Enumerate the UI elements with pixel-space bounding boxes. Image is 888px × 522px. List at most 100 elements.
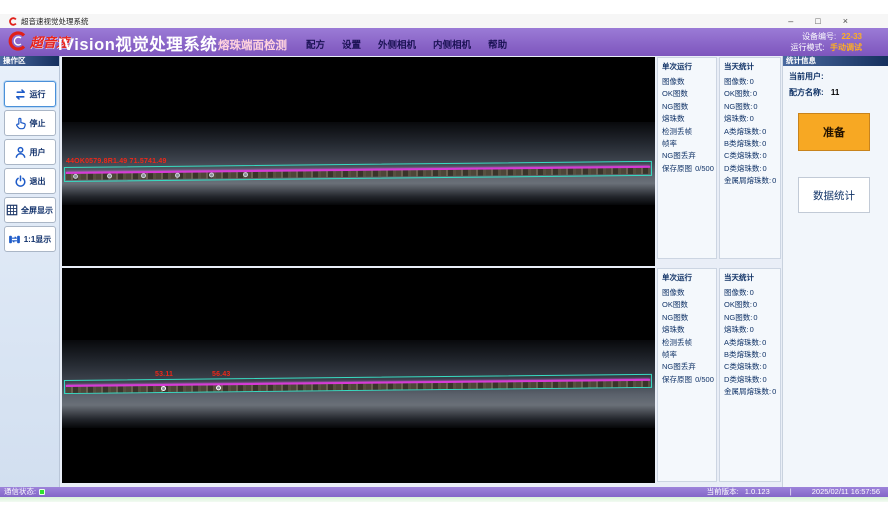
stop-button-label: 停止 — [30, 118, 46, 129]
fullscreen-button-label: 全屏显示 — [21, 205, 53, 216]
daily-stats-panel-top: 当天统计 图像数:0 OK图数:0 NG图数:0 熔珠数:0 A类熔珠数:0 B… — [719, 57, 781, 259]
run-mode-label: 运行模式: — [791, 43, 825, 52]
exit-button[interactable]: 退出 — [4, 168, 56, 194]
menu-outer-camera[interactable]: 外侧相机 — [378, 37, 416, 51]
prepare-button[interactable]: 准备 — [798, 113, 870, 151]
stat-row: OK图数:0 — [724, 299, 780, 311]
brand-swirl-icon — [6, 30, 28, 52]
stat-row: NG图丢弃 — [662, 361, 716, 373]
run-mode-value: 手动调试 — [830, 43, 862, 52]
user-button[interactable]: 用户 — [4, 139, 56, 165]
device-number-value: 22-33 — [842, 32, 862, 41]
stat-row: D类熔珠数:0 — [724, 374, 780, 386]
stat-row: 帧率 — [662, 349, 716, 361]
sync-arrows-icon — [14, 88, 27, 101]
stat-row: 熔珠数:0 — [724, 324, 780, 336]
fullscreen-grid-icon — [6, 204, 18, 216]
stat-row: 图像数 — [662, 76, 716, 88]
stat-rows: 图像数 OK图数 NG图数 熔珠数 检测丢帧 帧率 NG图丢弃 保存原图 0/5… — [658, 72, 716, 175]
close-button[interactable]: × — [843, 14, 848, 28]
panel-title: 当天统计 — [720, 269, 780, 283]
stat-row: NG图丢弃 — [662, 150, 716, 162]
stat-row: 熔珠数 — [662, 113, 716, 125]
bead-feature-ring — [73, 174, 78, 179]
comm-status-indicator — [39, 489, 45, 495]
bead-feature-ring — [243, 172, 248, 177]
menu-settings[interactable]: 设置 — [342, 37, 361, 51]
stop-button[interactable]: 停止 — [4, 110, 56, 136]
stat-row: 保存原图 0/500 — [662, 163, 716, 175]
datetime-value: 2025/02/11 16:57:56 — [812, 487, 880, 497]
stat-row: 图像数 — [662, 287, 716, 299]
main-menu: 配方 设置 外侧相机 内侧相机 帮助 — [306, 37, 507, 51]
measurement-label: 53.11 — [155, 371, 173, 378]
comm-status-label: 通信状态: — [4, 487, 36, 497]
hand-stop-icon — [14, 117, 27, 130]
panel-title: 单次运行 — [658, 269, 716, 283]
bead-feature-ring — [107, 173, 112, 178]
bead-feature-ring — [216, 385, 221, 390]
single-run-panel-top: 单次运行 图像数 OK图数 NG图数 熔珠数 检测丢帧 帧率 NG图丢弃 保存原… — [657, 57, 717, 259]
panel-title: 当天统计 — [720, 58, 780, 72]
camera-view-inner[interactable]: 53.11 56.43 — [62, 268, 655, 483]
status-bar: 通信状态: 当前版本: 1.0.123 | 2025/02/11 16:57:5… — [0, 487, 888, 497]
measurement-annotation: 44OK0579.8R1.49 71.5741.49 — [66, 158, 167, 165]
version-label: 当前版本: — [707, 487, 739, 497]
stat-row: 熔珠数:0 — [724, 113, 780, 125]
sidebar-title: 操作区 — [0, 56, 59, 66]
bead-feature-ring — [209, 172, 214, 177]
app-header: 超音速 IVision视觉处理系统 熔珠端面检测 配方 设置 外侧相机 内侧相机… — [0, 28, 888, 56]
restore-button[interactable]: □ — [815, 14, 820, 28]
one-to-one-button[interactable]: 1:1显示 — [4, 226, 56, 252]
stat-row: 图像数:0 — [724, 287, 780, 299]
run-button-label: 运行 — [30, 89, 46, 100]
stat-row: 检测丢帧 — [662, 126, 716, 138]
titlebar: 超音速视觉处理系统 – □ × — [0, 14, 888, 28]
exit-button-label: 退出 — [30, 176, 46, 187]
stat-row: OK图数 — [662, 88, 716, 100]
run-mode-row: 运行模式: 手动调试 — [791, 42, 862, 53]
stat-row: 保存原图 0/500 — [662, 374, 716, 386]
bead-feature-ring — [161, 386, 166, 391]
minimize-button[interactable]: – — [788, 14, 793, 28]
device-number-label: 设备编号: — [802, 32, 836, 41]
stat-row: 检测丢帧 — [662, 337, 716, 349]
fullscreen-button[interactable]: 全屏显示 — [4, 197, 56, 223]
statistics-info-panel: 统计信息 当前用户: 配方名称: 11 准备 数据统计 — [782, 56, 888, 487]
operation-sidebar: 操作区 运行 停止 — [0, 56, 60, 487]
version-info: 当前版本: 1.0.123 | 2025/02/11 16:57:56 — [707, 487, 880, 497]
user-button-label: 用户 — [30, 147, 46, 158]
stat-row: OK图数 — [662, 299, 716, 311]
stat-row: 图像数:0 — [724, 76, 780, 88]
one-to-one-icon — [8, 233, 21, 246]
stat-row: NG图数:0 — [724, 101, 780, 113]
menu-recipe[interactable]: 配方 — [306, 37, 325, 51]
power-icon — [14, 175, 27, 188]
stat-row: B类熔珠数:0 — [724, 138, 780, 150]
window-controls: – □ × — [788, 14, 848, 28]
window-bottom-edge — [0, 497, 888, 502]
comm-status: 通信状态: — [4, 487, 45, 497]
daily-stats-panel-bottom: 当天统计 图像数:0 OK图数:0 NG图数:0 熔珠数:0 A类熔珠数:0 B… — [719, 268, 781, 482]
menu-inner-camera[interactable]: 内侧相机 — [433, 37, 471, 51]
stat-row: NG图数 — [662, 101, 716, 113]
app-title: IVision视觉处理系统 — [58, 31, 217, 55]
recipe-name-row: 配方名称: 11 — [783, 87, 888, 98]
stat-row: A类熔珠数:0 — [724, 337, 780, 349]
run-button[interactable]: 运行 — [4, 81, 56, 107]
device-info: 设备编号: 22-33 运行模式: 手动调试 — [791, 31, 862, 53]
recipe-name-value: 11 — [831, 88, 839, 97]
info-panel-title: 统计信息 — [783, 56, 888, 66]
menu-help[interactable]: 帮助 — [488, 37, 507, 51]
current-user-row: 当前用户: — [783, 71, 888, 82]
data-statistics-button[interactable]: 数据统计 — [798, 177, 870, 213]
camera-view-outer[interactable]: 44OK0579.8R1.49 71.5741.49 — [62, 57, 655, 266]
stat-row: NG图数 — [662, 312, 716, 324]
app-window: 超音速视觉处理系统 – □ × 超音速 IVision视觉处理系统 熔珠端面检测… — [0, 0, 888, 522]
stat-row: 金属屑熔珠数:0 — [724, 175, 780, 187]
stat-row: 金属屑熔珠数:0 — [724, 386, 780, 398]
app-logo-icon — [8, 17, 17, 26]
bead-feature-ring — [141, 173, 146, 178]
bead-feature-ring — [175, 173, 180, 178]
stat-rows: 图像数:0 OK图数:0 NG图数:0 熔珠数:0 A类熔珠数:0 B类熔珠数:… — [720, 283, 780, 399]
